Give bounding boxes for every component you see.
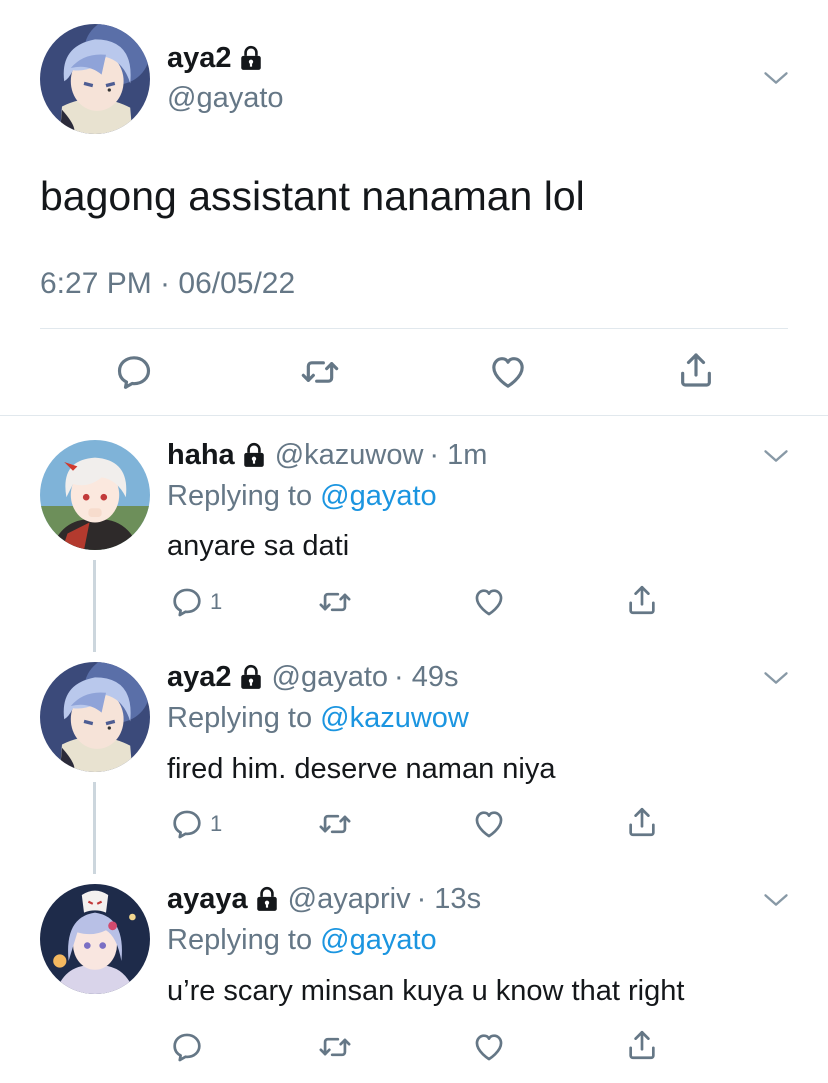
like-icon[interactable] [472, 1030, 506, 1064]
share-icon[interactable] [625, 583, 659, 617]
replying-to-label: Replying to [167, 924, 313, 956]
chevron-down-icon[interactable] [762, 664, 790, 692]
replying-to-link[interactable]: @gayato [320, 480, 437, 512]
reply-header: ayaya @ayapriv · 13s [167, 881, 481, 917]
share-icon[interactable] [625, 805, 659, 839]
author-avatar[interactable] [40, 24, 150, 134]
lock-icon [238, 664, 264, 690]
share-icon[interactable] [676, 350, 716, 390]
like-icon[interactable] [488, 352, 528, 392]
reply-icon[interactable] [170, 585, 204, 619]
chevron-down-icon[interactable] [762, 442, 790, 470]
reply-action[interactable] [170, 1030, 210, 1064]
share-icon[interactable] [625, 1028, 659, 1062]
lock-icon [238, 45, 264, 71]
reply-avatar[interactable] [40, 440, 150, 550]
author-handle[interactable]: @gayato [167, 80, 284, 116]
author-name[interactable]: aya2 [167, 40, 264, 76]
reply-author-handle[interactable]: @gayato [272, 659, 389, 695]
reply-text: fired him. deserve naman niya [167, 753, 556, 785]
reply-icon[interactable] [170, 807, 204, 841]
main-action-bar [0, 350, 828, 394]
chevron-down-icon[interactable] [762, 64, 790, 92]
avatar-image [40, 440, 150, 550]
reply-author-name[interactable]: ayaya [167, 881, 248, 917]
like-icon[interactable] [472, 807, 506, 841]
reply-time: · 1m [429, 439, 488, 471]
reply-header: haha @kazuwow · 1m [167, 437, 487, 473]
retweet-icon[interactable] [318, 807, 352, 841]
reply-header: aya2 @gayato · 49s [167, 659, 459, 695]
lock-icon [241, 442, 267, 468]
reply-icon[interactable] [114, 352, 154, 392]
replying-to: Replying to @kazuwow [167, 700, 469, 736]
reply-time: · 49s [394, 661, 459, 693]
retweet-icon[interactable] [318, 1030, 352, 1064]
divider [0, 415, 828, 416]
avatar-image [40, 662, 150, 772]
lock-icon [254, 886, 280, 912]
replying-to-link[interactable]: @gayato [320, 924, 437, 956]
reply-icon[interactable] [170, 1030, 204, 1064]
like-icon[interactable] [472, 585, 506, 619]
tweet-text: bagong assistant nanaman lol [40, 173, 585, 219]
reply-text: u’re scary minsan kuya u know that right [167, 975, 685, 1007]
reply-action[interactable]: 1 [170, 585, 222, 619]
avatar-image [40, 24, 150, 134]
reply-author-name[interactable]: aya2 [167, 659, 232, 695]
replying-to-label: Replying to [167, 702, 313, 734]
reply-action[interactable]: 1 [170, 807, 222, 841]
reply-author-handle[interactable]: @kazuwow [275, 437, 424, 473]
reply-text: anyare sa dati [167, 530, 350, 562]
retweet-icon[interactable] [318, 585, 352, 619]
reply-count: 1 [210, 589, 223, 614]
reply-avatar[interactable] [40, 662, 150, 772]
replying-to-link[interactable]: @kazuwow [320, 702, 469, 734]
reply-time: · 13s [416, 883, 482, 915]
replying-to: Replying to @gayato [167, 922, 437, 958]
chevron-down-icon[interactable] [762, 886, 790, 914]
thread-line [93, 782, 96, 874]
reply-author-name[interactable]: haha [167, 437, 235, 473]
reply-avatar[interactable] [40, 884, 150, 994]
author-name-text: aya2 [167, 42, 232, 74]
divider [40, 328, 788, 329]
tweet-timestamp[interactable]: 6:27 PM · 06/05/22 [40, 266, 295, 302]
retweet-icon[interactable] [300, 352, 340, 392]
replying-to: Replying to @gayato [167, 478, 437, 514]
thread-line [93, 560, 96, 652]
avatar-image [40, 884, 150, 994]
reply-author-handle[interactable]: @ayapriv [288, 881, 411, 917]
reply-count: 1 [210, 811, 223, 836]
replying-to-label: Replying to [167, 480, 313, 512]
